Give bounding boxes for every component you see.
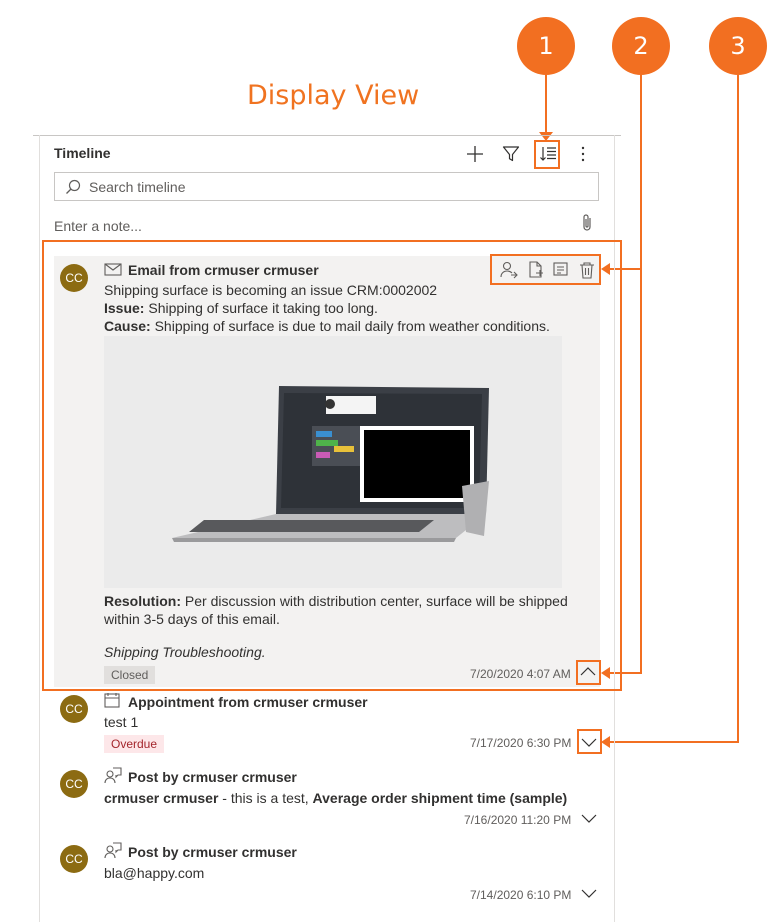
issue-line: Issue: Shipping of surface it taking too… [104, 300, 378, 316]
search-icon [66, 179, 81, 194]
callout-3-connector [737, 75, 739, 743]
search-input[interactable]: Search timeline [54, 172, 599, 201]
email-embedded-image [104, 336, 562, 588]
panel-top-border [33, 135, 621, 136]
resolution-label: Resolution: [104, 593, 181, 609]
expand-chevron-icon[interactable] [580, 884, 598, 907]
callout-1-highlight [534, 140, 560, 169]
callout-3-branch [607, 741, 739, 743]
action-icons-highlight [490, 254, 601, 285]
record-timestamp: 7/20/2020 4:07 AM [470, 667, 571, 681]
cause-label: Cause: [104, 318, 151, 334]
record-body: test 1 [104, 714, 139, 730]
expand-chevron-highlight [577, 729, 602, 754]
callout-2-connector [640, 75, 642, 674]
body-text: - this is a test, [218, 790, 313, 806]
email-signature: Shipping Troubleshooting. [104, 644, 266, 660]
callout-3-arrowhead [601, 736, 610, 748]
callout-3: 3 [709, 17, 767, 75]
email-subject: Shipping surface is becoming an issue CR… [104, 282, 438, 298]
callout-1-connector [545, 75, 547, 137]
resolution-text-1: Per discussion with distribution center,… [184, 593, 568, 609]
callout-2: 2 [612, 17, 670, 75]
cause-line: Cause: Shipping of surface is due to mai… [104, 318, 550, 334]
resolution-line-1: Resolution: Per discussion with distribu… [104, 593, 568, 609]
more-options-icon[interactable] [571, 142, 595, 166]
filter-icon[interactable] [499, 142, 523, 166]
issue-text: Shipping of surface it taking too long. [148, 300, 378, 316]
calendar-icon [104, 692, 120, 713]
record-timestamp: 7/14/2020 6:10 PM [470, 888, 572, 902]
issue-label: Issue: [104, 300, 145, 316]
status-badge: Overdue [104, 735, 165, 753]
note-input[interactable]: Enter a note... [54, 218, 142, 234]
body-link[interactable]: Average order shipment time (sample) [313, 790, 568, 806]
record-header: Email from crmuser crmuser [128, 262, 319, 278]
callout-1: 1 [517, 17, 575, 75]
record-header: Appointment from crmuser crmuser [128, 694, 368, 710]
post-icon [104, 842, 122, 865]
panel-left-border [39, 135, 40, 922]
attachment-icon[interactable] [580, 213, 594, 238]
email-icon [104, 262, 122, 281]
avatar: CC [60, 845, 88, 873]
avatar: CC [60, 264, 88, 292]
record-header: Post by crmuser crmuser [128, 769, 297, 785]
record-body: crmuser crmuser - this is a test, Averag… [104, 790, 567, 806]
expand-chevron-icon[interactable] [580, 809, 598, 832]
record-timestamp: 7/17/2020 6:30 PM [470, 736, 572, 750]
avatar: CC [60, 695, 88, 723]
record-timestamp: 7/16/2020 11:20 PM [464, 813, 572, 827]
status-badge: Closed [104, 666, 156, 684]
collapse-chevron-highlight [576, 660, 601, 685]
cause-text: Shipping of surface is due to mail daily… [154, 318, 550, 334]
post-icon [104, 767, 122, 790]
add-icon[interactable] [463, 142, 487, 166]
avatar: CC [60, 770, 88, 798]
record-body: bla@happy.com [104, 865, 205, 881]
record-header: Post by crmuser crmuser [128, 844, 297, 860]
body-mention: crmuser crmuser [104, 790, 219, 806]
resolution-text-2: within 3-5 days of this email. [104, 611, 280, 627]
page-title: Display View [247, 80, 420, 111]
search-placeholder: Search timeline [89, 178, 186, 195]
timeline-title: Timeline [54, 145, 111, 161]
